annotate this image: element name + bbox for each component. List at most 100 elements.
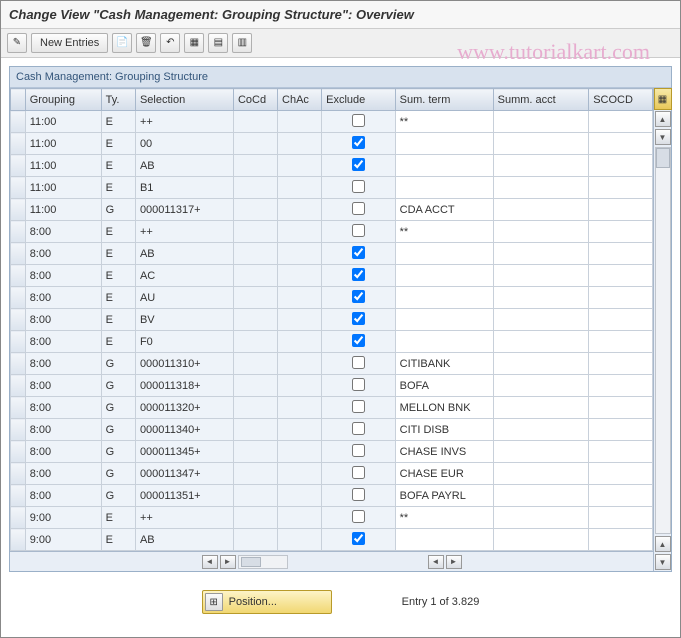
cell-exclude[interactable] [322, 177, 396, 199]
cell-ty[interactable]: E [101, 309, 135, 331]
cell-selection[interactable]: 000011318+ [135, 375, 233, 397]
deselect-all-button[interactable]: ▥ [232, 33, 252, 53]
cell-summacct[interactable] [493, 375, 589, 397]
cell-ty[interactable]: E [101, 507, 135, 529]
cell-sumterm[interactable] [395, 265, 493, 287]
col-chac[interactable]: ChAc [278, 89, 322, 111]
exclude-checkbox[interactable] [352, 180, 365, 193]
cell-grouping[interactable]: 8:00 [25, 265, 101, 287]
cell-exclude[interactable] [322, 331, 396, 353]
exclude-checkbox[interactable] [352, 378, 365, 391]
cell-cocd[interactable] [233, 111, 277, 133]
select-block-button[interactable]: ▤ [208, 33, 228, 53]
cell-chac[interactable] [278, 331, 322, 353]
cell-exclude[interactable] [322, 375, 396, 397]
cell-scocd[interactable] [589, 199, 653, 221]
cell-sumterm[interactable] [395, 287, 493, 309]
row-selector[interactable] [11, 287, 26, 309]
cell-chac[interactable] [278, 309, 322, 331]
cell-exclude[interactable] [322, 397, 396, 419]
cell-grouping[interactable]: 8:00 [25, 221, 101, 243]
toggle-display-change-button[interactable]: ✎ [7, 33, 27, 53]
cell-chac[interactable] [278, 177, 322, 199]
cell-scocd[interactable] [589, 265, 653, 287]
cell-selection[interactable]: 000011345+ [135, 441, 233, 463]
new-entries-button[interactable]: New Entries [31, 33, 108, 53]
exclude-checkbox[interactable] [352, 312, 365, 325]
cell-sumterm[interactable]: BOFA [395, 375, 493, 397]
cell-chac[interactable] [278, 111, 322, 133]
cell-sumterm[interactable] [395, 529, 493, 551]
cell-selection[interactable]: 00 [135, 133, 233, 155]
row-selector[interactable] [11, 397, 26, 419]
cell-cocd[interactable] [233, 133, 277, 155]
cell-exclude[interactable] [322, 441, 396, 463]
row-selector[interactable] [11, 177, 26, 199]
cell-summacct[interactable] [493, 397, 589, 419]
cell-sumterm[interactable]: ** [395, 221, 493, 243]
cell-exclude[interactable] [322, 353, 396, 375]
undo-change-button[interactable]: ↶ [160, 33, 180, 53]
cell-scocd[interactable] [589, 507, 653, 529]
cell-selection[interactable]: 000011351+ [135, 485, 233, 507]
row-select-header[interactable] [11, 89, 26, 111]
cell-sumterm[interactable] [395, 133, 493, 155]
cell-chac[interactable] [278, 199, 322, 221]
cell-exclude[interactable] [322, 287, 396, 309]
cell-exclude[interactable] [322, 221, 396, 243]
cell-ty[interactable]: G [101, 419, 135, 441]
cell-summacct[interactable] [493, 507, 589, 529]
cell-scocd[interactable] [589, 397, 653, 419]
cell-cocd[interactable] [233, 463, 277, 485]
cell-cocd[interactable] [233, 529, 277, 551]
cell-selection[interactable]: ++ [135, 221, 233, 243]
cell-chac[interactable] [278, 353, 322, 375]
cell-summacct[interactable] [493, 243, 589, 265]
cell-cocd[interactable] [233, 287, 277, 309]
cell-selection[interactable]: 000011317+ [135, 199, 233, 221]
cell-scocd[interactable] [589, 243, 653, 265]
cell-cocd[interactable] [233, 397, 277, 419]
cell-selection[interactable]: AB [135, 529, 233, 551]
hscroll-left-button-2[interactable]: ◄ [428, 555, 444, 569]
exclude-checkbox[interactable] [352, 444, 365, 457]
hscroll-thumb[interactable] [241, 557, 261, 567]
cell-summacct[interactable] [493, 199, 589, 221]
row-selector[interactable] [11, 133, 26, 155]
cell-ty[interactable]: E [101, 243, 135, 265]
cell-scocd[interactable] [589, 309, 653, 331]
col-ty[interactable]: Ty. [101, 89, 135, 111]
cell-selection[interactable]: 000011310+ [135, 353, 233, 375]
cell-summacct[interactable] [493, 529, 589, 551]
cell-grouping[interactable]: 8:00 [25, 419, 101, 441]
cell-chac[interactable] [278, 529, 322, 551]
exclude-checkbox[interactable] [352, 246, 365, 259]
cell-chac[interactable] [278, 265, 322, 287]
cell-summacct[interactable] [493, 155, 589, 177]
exclude-checkbox[interactable] [352, 532, 365, 545]
col-exclude[interactable]: Exclude [322, 89, 396, 111]
cell-selection[interactable]: 000011340+ [135, 419, 233, 441]
cell-chac[interactable] [278, 287, 322, 309]
cell-cocd[interactable] [233, 331, 277, 353]
cell-chac[interactable] [278, 419, 322, 441]
vscroll-track[interactable] [655, 147, 671, 534]
row-selector[interactable] [11, 111, 26, 133]
cell-ty[interactable]: G [101, 353, 135, 375]
cell-chac[interactable] [278, 463, 322, 485]
cell-scocd[interactable] [589, 111, 653, 133]
cell-summacct[interactable] [493, 441, 589, 463]
exclude-checkbox[interactable] [352, 114, 365, 127]
cell-scocd[interactable] [589, 441, 653, 463]
cell-exclude[interactable] [322, 309, 396, 331]
vscroll-up-button-2[interactable]: ▲ [655, 536, 671, 552]
cell-cocd[interactable] [233, 177, 277, 199]
row-selector[interactable] [11, 243, 26, 265]
cell-grouping[interactable]: 9:00 [25, 507, 101, 529]
cell-summacct[interactable] [493, 309, 589, 331]
cell-sumterm[interactable]: BOFA PAYRL [395, 485, 493, 507]
cell-cocd[interactable] [233, 507, 277, 529]
cell-scocd[interactable] [589, 485, 653, 507]
cell-selection[interactable]: 000011320+ [135, 397, 233, 419]
vscroll-up-button[interactable]: ▲ [655, 111, 671, 127]
